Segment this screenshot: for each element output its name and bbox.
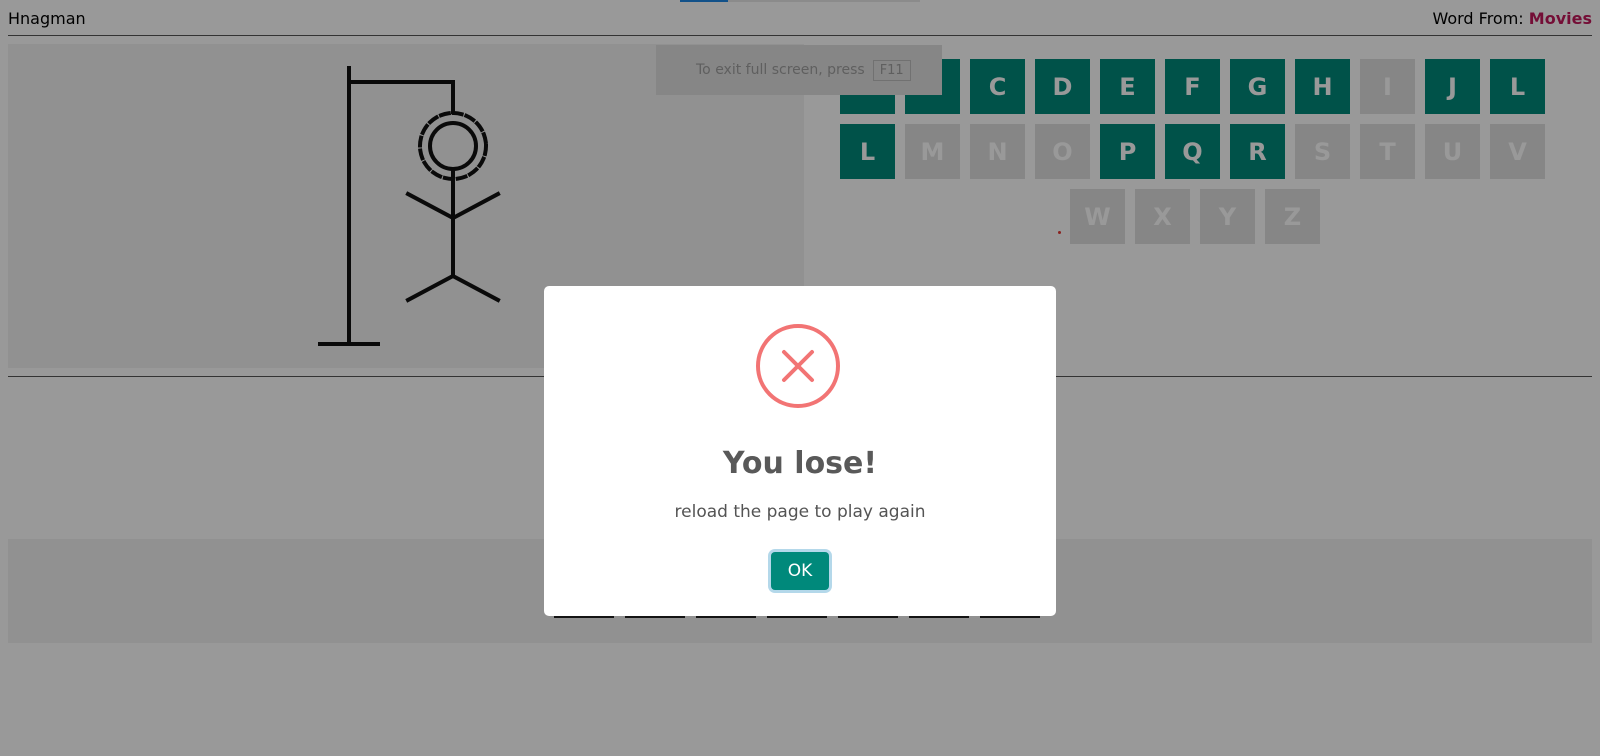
error-x-icon [756,324,840,408]
lose-dialog: You lose! reload the page to play again … [544,286,1056,616]
ok-button[interactable]: OK [771,552,829,590]
dialog-title: You lose! [722,446,878,481]
dialog-message: reload the page to play again [674,502,926,522]
